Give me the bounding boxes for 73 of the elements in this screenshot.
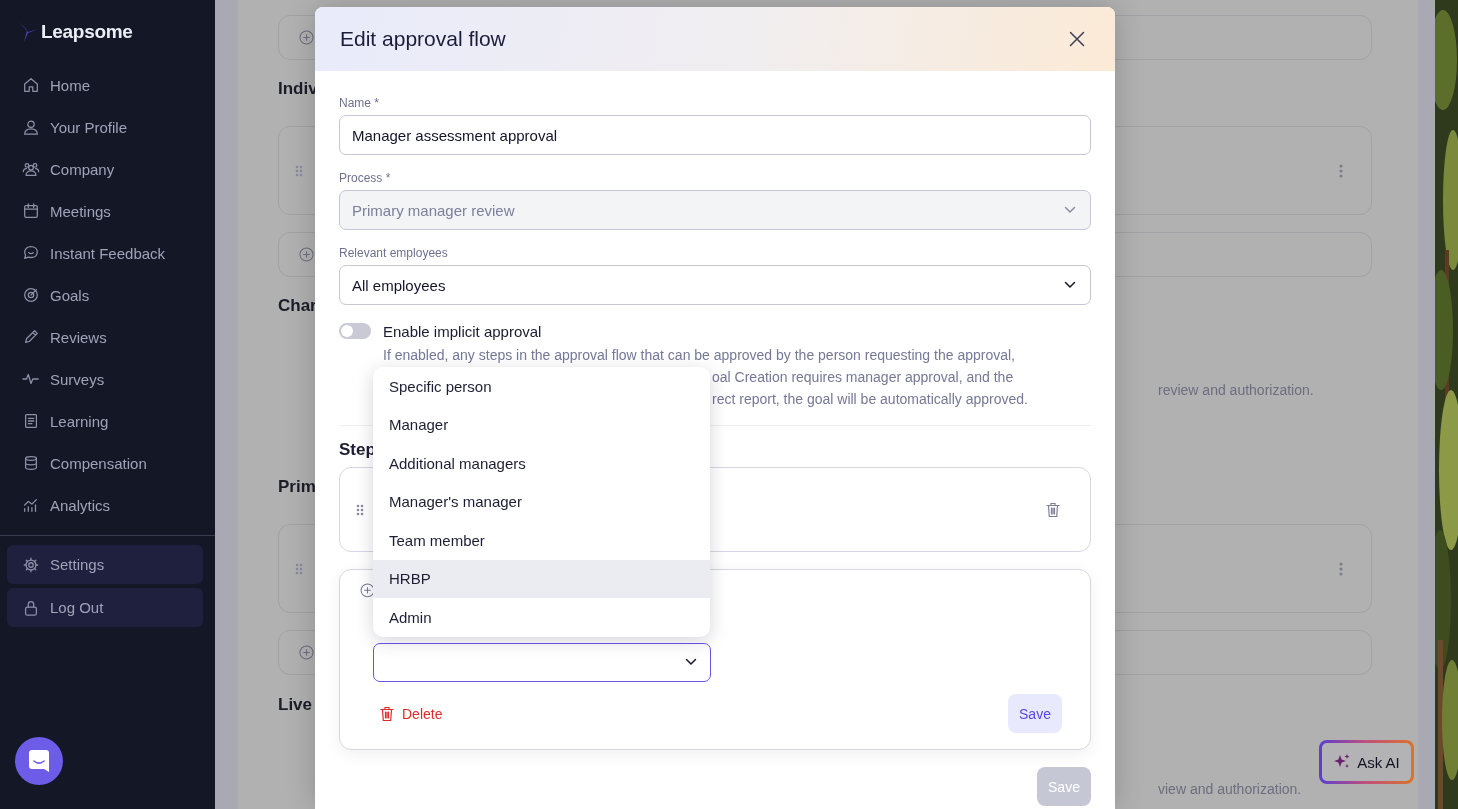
nav-button[interactable]: Settings [7, 545, 203, 584]
calendar-icon [22, 202, 40, 220]
description-text: view and authorization. [1158, 780, 1302, 799]
coins-icon [22, 454, 40, 472]
nav-item[interactable]: Your Profile [0, 106, 215, 148]
dropdown-option[interactable]: Manager's manager [373, 482, 710, 521]
dropdown-option[interactable]: Team member [373, 521, 710, 560]
drag-handle-icon[interactable] [295, 164, 303, 177]
dropdown-option[interactable]: Specific person [373, 367, 710, 406]
nav-button[interactable]: Log Out [7, 588, 203, 627]
close-icon[interactable] [1069, 31, 1085, 47]
description-text: rect report, the goal will be automatically approved. [712, 390, 1029, 409]
ask-ai-button[interactable]: Ask AI [1319, 740, 1414, 784]
toggle-switch[interactable] [339, 323, 371, 339]
drag-handle-icon[interactable] [295, 562, 303, 575]
delete-button[interactable]: Delete [380, 705, 443, 722]
nav-item[interactable]: Home [0, 64, 215, 106]
chat-bubble-icon [22, 244, 40, 262]
field-label: Relevant employees [339, 246, 449, 260]
chevron-down-icon [1064, 206, 1076, 214]
nav-item[interactable]: Analytics [0, 484, 215, 526]
description-text: oal Creation requires manager approval, and the [712, 368, 1015, 387]
select-field[interactable] [373, 642, 711, 682]
person-icon [22, 118, 40, 136]
trash-icon[interactable] [1046, 501, 1060, 518]
select-field: Primary manager review [339, 190, 1091, 230]
chat-launcher-button[interactable] [15, 737, 63, 785]
dropdown-option[interactable]: Admin [373, 598, 710, 637]
nav-item[interactable]: Goals [0, 274, 215, 316]
section-heading: Char [278, 297, 317, 315]
people-icon [22, 160, 40, 178]
trash-icon[interactable] [380, 705, 394, 722]
chart-icon [22, 496, 40, 514]
input-field[interactable]: Manager assessment approval [339, 115, 1091, 155]
chevron-down-icon [1064, 281, 1076, 289]
nav-item[interactable]: Instant Feedback [0, 232, 215, 274]
description-text: If enabled, any steps in the approval flow that can be approved by the person requesting the approval, [383, 346, 1016, 365]
field-label: Name * [339, 96, 380, 110]
select-field[interactable]: All employees [339, 265, 1091, 305]
plus-icon [299, 30, 314, 45]
section-heading: Live [278, 696, 313, 714]
save-button[interactable]: Save [1008, 694, 1062, 733]
description-text: review and authorization. [1158, 381, 1314, 400]
target-icon [22, 286, 40, 304]
book-icon [22, 412, 40, 430]
bird-logo-icon [17, 20, 39, 44]
more-options-icon[interactable] [1339, 561, 1343, 576]
chevron-down-icon [685, 658, 697, 667]
drag-handle-icon[interactable] [356, 503, 364, 516]
nav-item[interactable]: Company [0, 148, 215, 190]
plus-icon [299, 247, 314, 262]
dropdown-option[interactable]: Manager [373, 405, 710, 444]
nav-item[interactable]: Learning [0, 400, 215, 442]
logo-text: Leapsome [41, 21, 133, 43]
pencil-icon [22, 328, 40, 346]
dropdown-option[interactable]: HRBP [373, 559, 710, 598]
lock-icon [22, 598, 40, 617]
dialog-title: Edit approval flow [340, 27, 506, 51]
more-options-icon[interactable] [1339, 163, 1343, 178]
plus-icon [360, 583, 375, 598]
nav-item[interactable]: Meetings [0, 190, 215, 232]
dropdown-option[interactable]: Additional managers [373, 444, 710, 483]
nav-item[interactable]: Reviews [0, 316, 215, 358]
toggle-label: Enable implicit approval [383, 322, 542, 340]
section-heading: Indiv [278, 80, 318, 98]
nav-item[interactable]: Compensation [0, 442, 215, 484]
field-label: Process * [339, 171, 392, 185]
home-icon [22, 76, 40, 94]
settings-icon [22, 555, 40, 574]
section-heading: Prim [278, 478, 316, 496]
nav-item[interactable]: Surveys [0, 358, 215, 400]
chat-icon [28, 749, 50, 773]
plus-icon [299, 645, 314, 660]
